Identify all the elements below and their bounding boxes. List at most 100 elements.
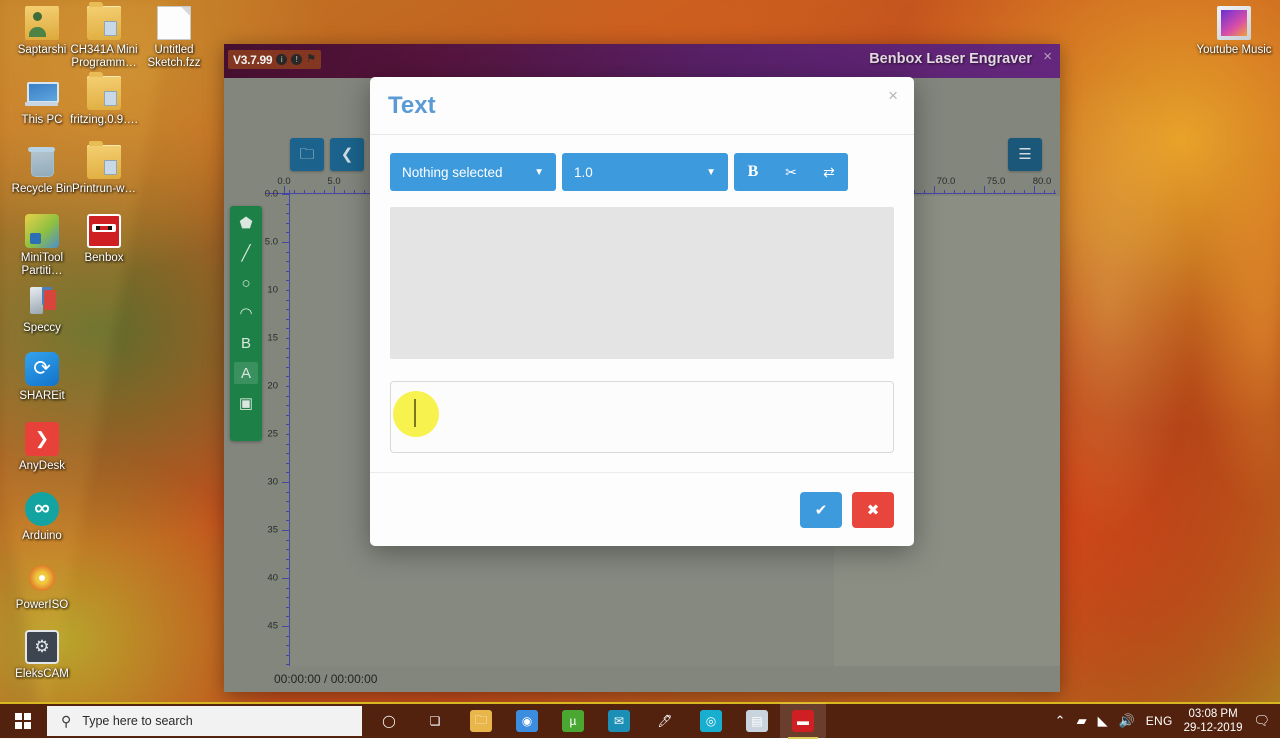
clock-time: 03:08 PM bbox=[1188, 708, 1237, 720]
desktop-icon-untitled-sketch-fzz[interactable]: Untitled Sketch.fzz bbox=[132, 6, 216, 70]
camtasia-icon: ◎ bbox=[700, 710, 722, 732]
window-app-button[interactable]: ▤ bbox=[734, 703, 780, 739]
chrome-button[interactable]: ◉ bbox=[504, 703, 550, 739]
task-view-button[interactable]: ❏ bbox=[412, 703, 458, 739]
cursor-highlight bbox=[393, 391, 439, 437]
language-indicator[interactable]: ENG bbox=[1146, 714, 1173, 728]
font-family-value: Nothing selected bbox=[402, 165, 503, 180]
bold-button[interactable]: B bbox=[734, 153, 772, 191]
desktop-icon-benbox[interactable]: Benbox bbox=[62, 214, 146, 265]
taskbar-search-input[interactable]: ⚲ Type here to search bbox=[47, 706, 362, 736]
check-icon: ✔ bbox=[815, 501, 828, 519]
speccy-icon bbox=[25, 284, 59, 318]
desktop-icon-label: Youtube Music bbox=[1192, 44, 1276, 57]
volume-icon[interactable]: 🔊 bbox=[1119, 713, 1135, 729]
desktop-icon-youtube-music[interactable]: Youtube Music bbox=[1192, 6, 1276, 57]
chevron-down-icon: ▼ bbox=[534, 167, 544, 178]
close-x-icon: ✖ bbox=[867, 501, 880, 519]
camtasia-button[interactable]: ◎ bbox=[688, 703, 734, 739]
confirm-button[interactable]: ✔ bbox=[800, 492, 842, 528]
desktop-icon-fritzing-0-9[interactable]: fritzing.0.9…. bbox=[62, 76, 146, 127]
system-tray: ⌃ ▰ ◣ 🔊 ENG 03:08 PM 29-12-2019 🗨 bbox=[1055, 707, 1280, 735]
notification-icon[interactable]: 🗨 bbox=[1253, 713, 1270, 729]
folder-icon bbox=[87, 76, 121, 110]
benbox-taskbar-icon: ▬ bbox=[792, 710, 814, 732]
text-caret bbox=[414, 399, 416, 427]
swap-button[interactable]: ⇄ bbox=[810, 153, 848, 191]
benbox-icon bbox=[87, 214, 121, 248]
close-icon[interactable]: × bbox=[888, 87, 898, 104]
dialog-footer: ✔ ✖ bbox=[370, 472, 914, 546]
start-button[interactable] bbox=[0, 703, 46, 739]
document-icon bbox=[157, 6, 191, 40]
desktop-icon-label: AnyDesk bbox=[0, 460, 84, 473]
desktop-icon-shareit[interactable]: SHAREit bbox=[0, 352, 84, 403]
desktop-icon-label: Untitled Sketch.fzz bbox=[132, 44, 216, 70]
font-family-select[interactable]: Nothing selected ▼ bbox=[390, 153, 556, 191]
desktop-icon-label: fritzing.0.9…. bbox=[62, 114, 146, 127]
clock-date: 29-12-2019 bbox=[1184, 722, 1243, 734]
file-explorer-icon: 🗀 bbox=[470, 710, 492, 732]
desktop-icon-arduino[interactable]: Arduino bbox=[0, 492, 84, 543]
folder-icon bbox=[87, 6, 121, 40]
cancel-button[interactable]: ✖ bbox=[852, 492, 894, 528]
window-app-icon: ▤ bbox=[746, 710, 768, 732]
format-toolbar: Nothing selected ▼ 1.0 ▼ B ✂ ⇄ bbox=[390, 153, 894, 191]
taskbar-app-icons: ◯ ❏ 🗀 ◉ µ ✉ 🖊 ◎ ▤ ▬ bbox=[366, 703, 826, 739]
notepadpp-icon: 🖊 bbox=[654, 710, 676, 732]
utorrent-icon: µ bbox=[562, 710, 584, 732]
task-view-icon: ❏ bbox=[424, 710, 446, 732]
mail-video-icon: ✉ bbox=[608, 710, 630, 732]
desktop-icon-label: Speccy bbox=[0, 322, 84, 335]
mail-video-button[interactable]: ✉ bbox=[596, 703, 642, 739]
utorrent-button[interactable]: µ bbox=[550, 703, 596, 739]
windows-taskbar: ⚲ Type here to search ◯ ❏ 🗀 ◉ µ ✉ 🖊 ◎ ▤ ▬ ⌃ ▰ ◣ 🔊… bbox=[0, 702, 1280, 738]
desktop-icon-printrun-w[interactable]: Printrun-w… bbox=[62, 145, 146, 196]
user-folder-icon bbox=[25, 6, 59, 40]
tray-expand-icon[interactable]: ⌃ bbox=[1055, 713, 1066, 729]
desktop-icon-label: PowerISO bbox=[0, 599, 84, 612]
text-dialog: Text × Nothing selected ▼ 1.0 ▼ B ✂ ⇄ ✔ ✖ bbox=[370, 77, 914, 546]
chrome-icon: ◉ bbox=[516, 710, 538, 732]
font-size-select[interactable]: 1.0 ▼ bbox=[562, 153, 728, 191]
wifi-icon[interactable]: ◣ bbox=[1098, 713, 1108, 729]
desktop-icon-elekscam[interactable]: EleksCAM bbox=[0, 630, 84, 681]
dialog-header: Text × bbox=[370, 77, 914, 135]
swap-icon: ⇄ bbox=[823, 164, 835, 181]
windows-logo-icon bbox=[15, 713, 31, 729]
shuffle-icon: ✂ bbox=[785, 164, 797, 181]
cortana-icon: ◯ bbox=[378, 710, 400, 732]
anydesk-icon bbox=[25, 422, 59, 456]
text-input[interactable] bbox=[390, 381, 894, 453]
arduino-icon bbox=[25, 492, 59, 526]
font-size-value: 1.0 bbox=[574, 165, 593, 180]
battery-icon[interactable]: ▰ bbox=[1077, 713, 1087, 729]
folder-icon bbox=[87, 145, 121, 179]
format-button-group: B ✂ ⇄ bbox=[734, 153, 848, 191]
shareit-icon bbox=[25, 352, 59, 386]
cortana-button[interactable]: ◯ bbox=[366, 703, 412, 739]
desktop-icon-label: EleksCAM bbox=[0, 668, 84, 681]
text-preview-area bbox=[390, 207, 894, 359]
desktop-icon-anydesk[interactable]: AnyDesk bbox=[0, 422, 84, 473]
elekscam-icon bbox=[25, 630, 59, 664]
dialog-title: Text bbox=[388, 92, 436, 120]
notepadpp-button[interactable]: 🖊 bbox=[642, 703, 688, 739]
benbox-taskbar-button[interactable]: ▬ bbox=[780, 703, 826, 739]
desktop-icon-speccy[interactable]: Speccy bbox=[0, 284, 84, 335]
desktop-icon-label: Printrun-w… bbox=[62, 183, 146, 196]
bold-icon: B bbox=[748, 163, 759, 181]
search-placeholder: Type here to search bbox=[82, 714, 192, 728]
chevron-down-icon: ▼ bbox=[706, 167, 716, 178]
youtube-music-icon bbox=[1217, 6, 1251, 40]
text-input-wrapper bbox=[390, 381, 894, 453]
file-explorer-button[interactable]: 🗀 bbox=[458, 703, 504, 739]
dialog-body: Nothing selected ▼ 1.0 ▼ B ✂ ⇄ bbox=[370, 135, 914, 454]
poweriso-icon bbox=[25, 561, 59, 595]
desktop-icon-poweriso[interactable]: PowerISO bbox=[0, 561, 84, 612]
shuffle-button[interactable]: ✂ bbox=[772, 153, 810, 191]
clock[interactable]: 03:08 PM 29-12-2019 bbox=[1184, 707, 1243, 735]
desktop-icon-label: Benbox bbox=[62, 252, 146, 265]
recycle-bin-icon bbox=[25, 145, 59, 179]
computer-icon bbox=[25, 76, 59, 110]
